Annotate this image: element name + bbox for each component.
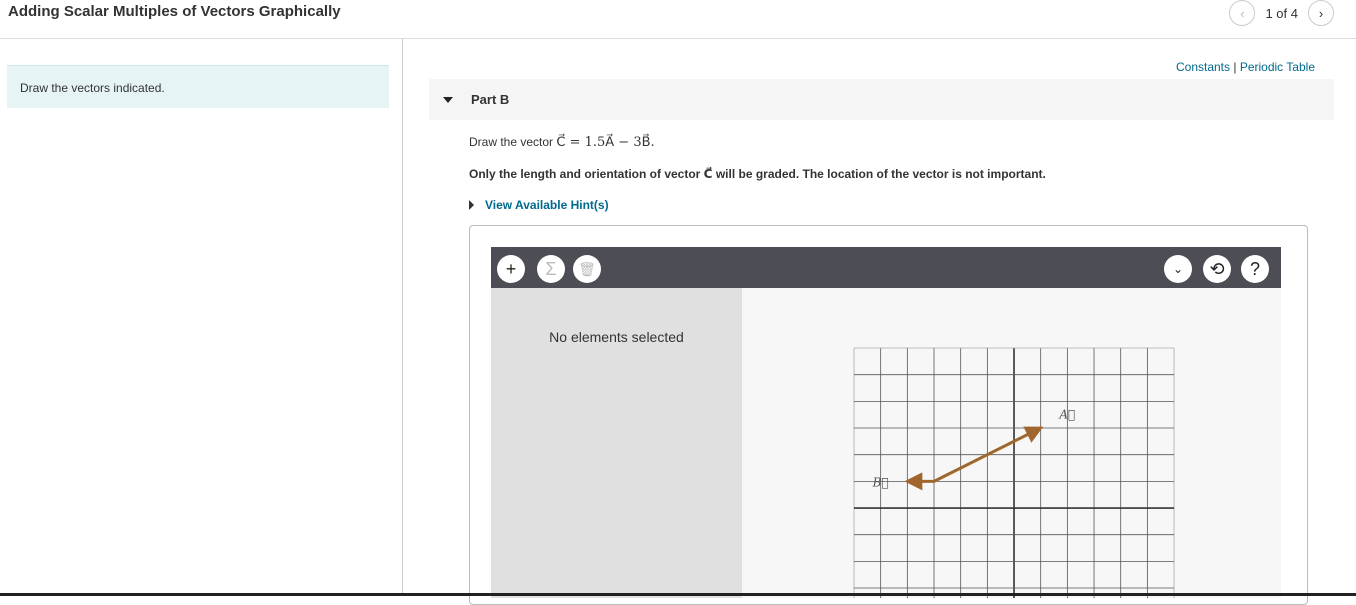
divider bbox=[402, 39, 403, 596]
divider bbox=[0, 38, 1356, 39]
intro-text: Draw the vectors indicated. bbox=[7, 65, 389, 108]
reset-button[interactable]: ⟲ bbox=[1203, 255, 1231, 283]
part-b-header[interactable]: Part B bbox=[429, 79, 1334, 120]
dropdown-button[interactable]: ⌄ bbox=[1164, 255, 1192, 283]
sum-button[interactable]: Σ bbox=[537, 255, 565, 283]
chevron-right-icon: › bbox=[1318, 5, 1324, 21]
part-label: Part B bbox=[471, 92, 510, 107]
page-title: Adding Scalar Multiples of Vectors Graph… bbox=[8, 3, 341, 20]
grading-note: Only the length and orientation of vecto… bbox=[469, 167, 1046, 181]
equation: C⃗ = 1.5A⃗ − 3B⃗. bbox=[556, 135, 655, 150]
properties-panel: No elements selected bbox=[491, 288, 742, 598]
reset-icon: ⟲ bbox=[1209, 258, 1225, 279]
label-b: B⃗ bbox=[872, 475, 889, 489]
help-icon: ? bbox=[1249, 258, 1260, 279]
trash-icon: 🗑 bbox=[578, 260, 596, 277]
graph-canvas[interactable]: A⃗ B⃗ bbox=[742, 288, 1281, 598]
no-selection-text: No elements selected bbox=[549, 329, 684, 345]
label-a: A⃗ bbox=[1058, 408, 1075, 422]
delete-button[interactable]: 🗑 bbox=[573, 255, 601, 283]
grid-svg[interactable]: A⃗ B⃗ bbox=[742, 288, 1281, 598]
chevron-left-icon: ‹ bbox=[1240, 5, 1245, 21]
question-text: Draw the vector C⃗ = 1.5A⃗ − 3B⃗. bbox=[469, 135, 655, 150]
chevron-down-icon: ⌄ bbox=[1172, 262, 1184, 276]
prev-button[interactable]: ‹ bbox=[1229, 0, 1256, 26]
periodic-table-link[interactable]: Periodic Table bbox=[1240, 60, 1315, 74]
next-button[interactable]: › bbox=[1308, 0, 1334, 26]
caret-right-icon bbox=[469, 200, 474, 210]
sigma-icon: Σ bbox=[545, 258, 557, 279]
page-indicator: 1 of 4 bbox=[1265, 5, 1298, 21]
add-vector-button[interactable]: + bbox=[497, 255, 525, 283]
view-hints-link[interactable]: View Available Hint(s) bbox=[469, 198, 609, 212]
resource-links: Constants | Periodic Table bbox=[1175, 60, 1315, 74]
drawing-toolbar: + Σ 🗑 ⌄ ⟲ ? bbox=[491, 247, 1281, 288]
help-button[interactable]: ? bbox=[1241, 255, 1269, 283]
plus-icon: + bbox=[505, 258, 517, 279]
constants-link[interactable]: Constants bbox=[1176, 60, 1230, 74]
caret-down-icon bbox=[443, 96, 453, 103]
pager: ‹ 1 of 4 › bbox=[1229, 0, 1334, 26]
